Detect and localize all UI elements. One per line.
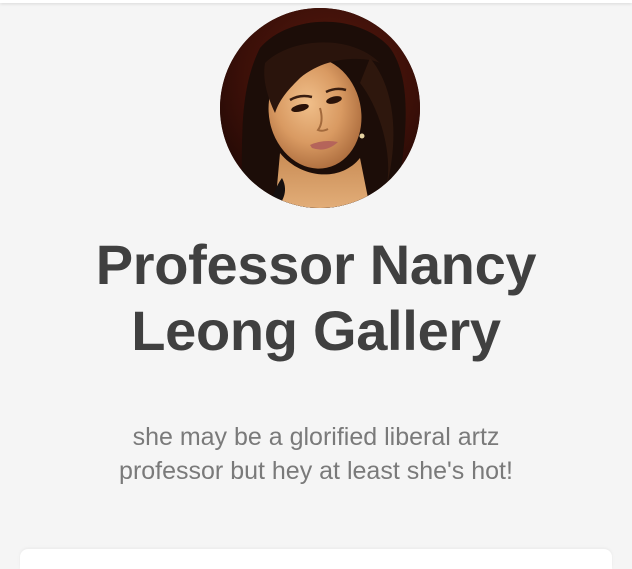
page-title-line-1: Professor Nancy bbox=[95, 233, 537, 296]
profile-description-line-2: professor but hey at least she's hot! bbox=[119, 457, 513, 485]
content-card bbox=[20, 549, 612, 569]
profile-description: she may be a glorified liberal artz prof… bbox=[40, 420, 592, 488]
profile-description-line-1: she may be a glorified liberal artz bbox=[132, 423, 500, 451]
avatar-image bbox=[220, 8, 420, 208]
page-title-line-2: Leong Gallery bbox=[131, 299, 501, 362]
avatar[interactable] bbox=[220, 8, 420, 208]
profile-header: Professor Nancy Leong Gallery she may be… bbox=[0, 0, 632, 569]
page-title: Professor Nancy Leong Gallery bbox=[0, 232, 632, 364]
